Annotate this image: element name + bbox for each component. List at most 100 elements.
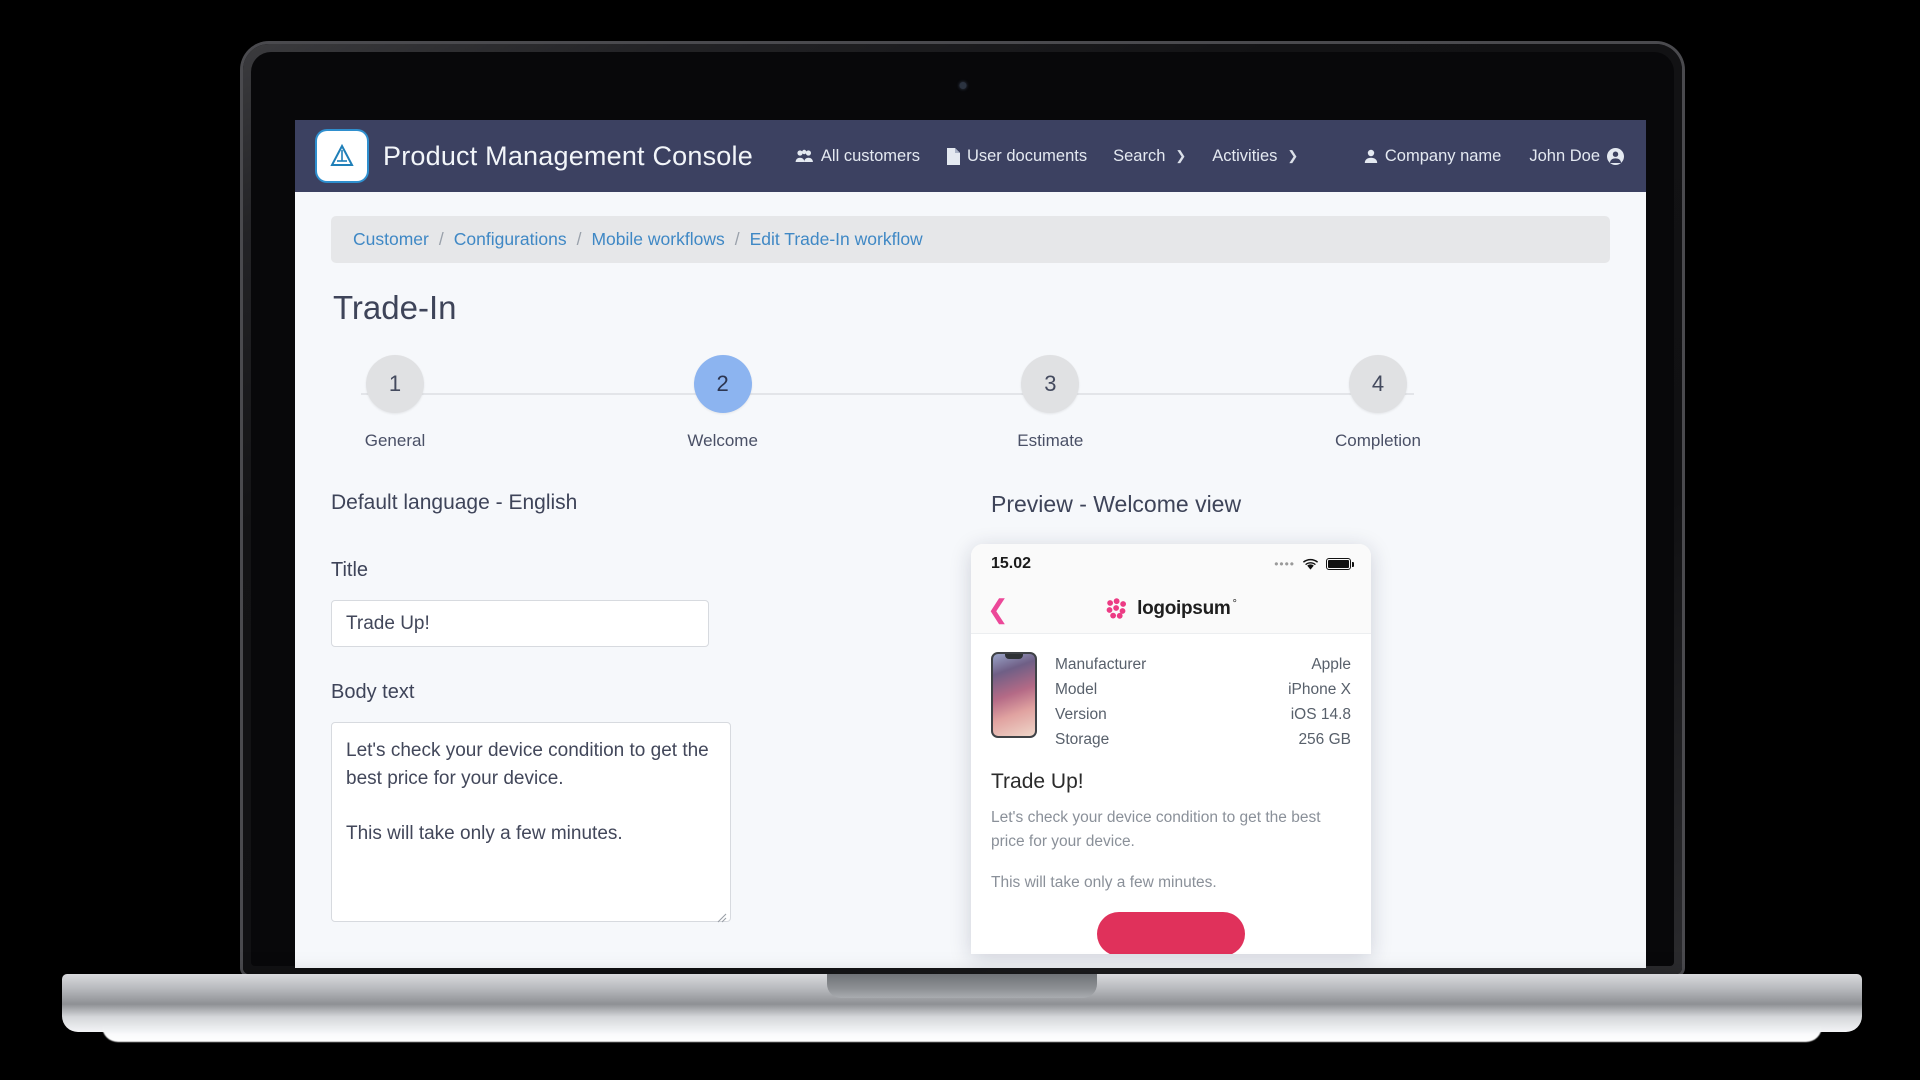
breadcrumb-item-configurations[interactable]: Configurations — [454, 229, 567, 250]
content-columns: Default language - English Title Body te… — [331, 491, 1610, 961]
body-text-field-label: Body text — [331, 681, 415, 703]
spec-value: Apple — [1311, 656, 1351, 673]
phone-app-header: ❮ logoipsum ° — [971, 584, 1371, 634]
breadcrumb-separator: / — [734, 229, 740, 249]
company-name-item[interactable]: Company name — [1364, 147, 1501, 166]
screenshot-stage: Product Management Console All customers… — [0, 0, 1920, 1080]
spec-value: iPhone X — [1288, 681, 1351, 699]
navbar-account-area: Company name John Doe — [1364, 147, 1624, 166]
nav-label-all-customers: All customers — [820, 146, 920, 165]
step-label: Estimate — [1017, 431, 1084, 450]
step-3-estimate[interactable]: 3 Estimate — [986, 355, 1114, 451]
app-title: Product Management Console — [383, 140, 753, 171]
app-logo: logoipsum ° — [1105, 598, 1237, 620]
step-label: General — [364, 431, 426, 450]
breadcrumb: Customer / Configurations / Mobile workf… — [331, 216, 1610, 263]
breadcrumb-separator: / — [576, 229, 582, 249]
status-icons: •••• — [1274, 557, 1354, 571]
breadcrumb-item-edit-trade-in-workflow[interactable]: Edit Trade-In workflow — [750, 229, 923, 250]
page-body: Customer / Configurations / Mobile workf… — [295, 192, 1646, 968]
nav-item-activities[interactable]: Activities ❯ — [1212, 147, 1298, 166]
stepper-steps: 1 General 2 Welcome 3 Estimate 4 Complet… — [331, 355, 1610, 451]
title-field-label: Title — [331, 559, 369, 581]
nav-label-search: Search — [1113, 146, 1166, 165]
step-number: 2 — [693, 355, 752, 413]
spec-key: Model — [1055, 681, 1098, 699]
body-textarea-wrapper — [331, 722, 731, 927]
nav-item-search[interactable]: Search ❯ — [1113, 147, 1186, 166]
app-logo-mark: ° — [1232, 597, 1237, 610]
spec-row: Model iPhone X — [1055, 677, 1351, 702]
nav-item-all-customers[interactable]: All customers — [795, 147, 920, 166]
step-number: 4 — [1348, 355, 1407, 413]
navbar-links: All customers User documents Search ❯ Ac… — [795, 147, 1298, 166]
body-text-textarea[interactable] — [331, 722, 731, 922]
document-icon — [946, 147, 960, 165]
wifi-icon — [1302, 558, 1319, 570]
title-input[interactable] — [331, 600, 709, 647]
laptop-screen: Product Management Console All customers… — [295, 120, 1646, 968]
page-title: Trade-In — [333, 289, 457, 326]
user-name-label: John Doe — [1529, 146, 1600, 165]
breadcrumb-item-mobile-workflows[interactable]: Mobile workflows — [591, 229, 724, 250]
laptop-lid: Product Management Console All customers… — [243, 44, 1682, 974]
laptop-base — [62, 974, 1862, 1042]
back-chevron-icon[interactable]: ❮ — [987, 596, 1009, 622]
spec-key: Storage — [1055, 731, 1110, 749]
status-time: 15.02 — [991, 555, 1032, 572]
user-menu-item[interactable]: John Doe — [1529, 147, 1624, 166]
laptop-bezel: Product Management Console All customers… — [251, 52, 1674, 968]
battery-full-icon — [1326, 558, 1354, 570]
step-2-welcome[interactable]: 2 Welcome — [659, 355, 787, 451]
breadcrumb-item-customer[interactable]: Customer — [353, 229, 429, 250]
preview-heading: Preview - Welcome view — [991, 491, 1242, 517]
phone-status-bar: 15.02 •••• — [971, 544, 1371, 584]
account-circle-icon — [1607, 147, 1624, 165]
step-number: 3 — [1021, 355, 1080, 413]
step-label: Completion — [1334, 431, 1421, 450]
preview-title-text: Trade Up! — [991, 770, 1084, 794]
preview-paragraph-2: This will take only a few minutes. — [991, 873, 1217, 891]
spec-row: Storage 256 GB — [1055, 727, 1351, 752]
nav-label-activities: Activities — [1212, 146, 1278, 165]
step-1-general[interactable]: 1 General — [331, 355, 459, 451]
nav-item-user-documents[interactable]: User documents — [946, 147, 1087, 166]
phone-preview: 15.02 •••• ❮ logoipsum ° Manufacturer Ap… — [971, 544, 1371, 954]
device-specs-section: Manufacturer Apple Model iPhone X Versio… — [971, 634, 1371, 766]
company-name-label: Company name — [1384, 146, 1502, 165]
signal-dots-icon: •••• — [1274, 557, 1295, 571]
breadcrumb-separator: / — [438, 229, 444, 249]
chevron-right-icon: ❯ — [1175, 148, 1187, 163]
form-column: Default language - English Title Body te… — [331, 491, 931, 961]
step-label: Welcome — [687, 431, 758, 450]
device-spec-table: Manufacturer Apple Model iPhone X Versio… — [1055, 652, 1351, 752]
laptop-base-notch — [827, 974, 1097, 998]
default-language-heading: Default language - English — [331, 491, 578, 514]
preview-paragraph-1: Let's check your device condition to get… — [991, 809, 1321, 850]
app-navbar: Product Management Console All customers… — [295, 120, 1646, 192]
nav-label-user-documents: User documents — [966, 146, 1088, 165]
preview-column: Preview - Welcome view 15.02 •••• ❮ logo… — [971, 491, 1610, 961]
spec-key: Version — [1055, 706, 1107, 724]
title-field-block: Title — [331, 559, 931, 647]
workflow-stepper: 1 General 2 Welcome 3 Estimate 4 Complet… — [331, 355, 1610, 485]
spec-row: Version iOS 14.8 — [1055, 702, 1351, 727]
phone-content: Trade Up! Let's check your device condit… — [971, 766, 1371, 954]
app-logo-name: logoipsum — [1137, 597, 1231, 619]
spec-key: Manufacturer — [1055, 656, 1147, 673]
step-number: 1 — [366, 355, 424, 413]
iphone-x-device-image — [991, 652, 1037, 738]
step-4-completion[interactable]: 4 Completion — [1314, 355, 1442, 451]
triangle-logo-icon — [317, 131, 367, 181]
brand[interactable]: Product Management Console — [317, 131, 753, 181]
chevron-right-icon: ❯ — [1287, 148, 1299, 163]
webcam-icon — [959, 82, 966, 89]
logoipsum-dots-icon — [1106, 598, 1127, 619]
person-icon — [1364, 149, 1378, 164]
spec-value: iOS 14.8 — [1290, 706, 1351, 724]
laptop-base-foot — [102, 1026, 1822, 1042]
users-icon — [795, 149, 814, 164]
preview-cta-button[interactable] — [1097, 912, 1245, 954]
body-text-field-block: Body text — [331, 681, 931, 927]
spec-row: Manufacturer Apple — [1055, 652, 1351, 677]
